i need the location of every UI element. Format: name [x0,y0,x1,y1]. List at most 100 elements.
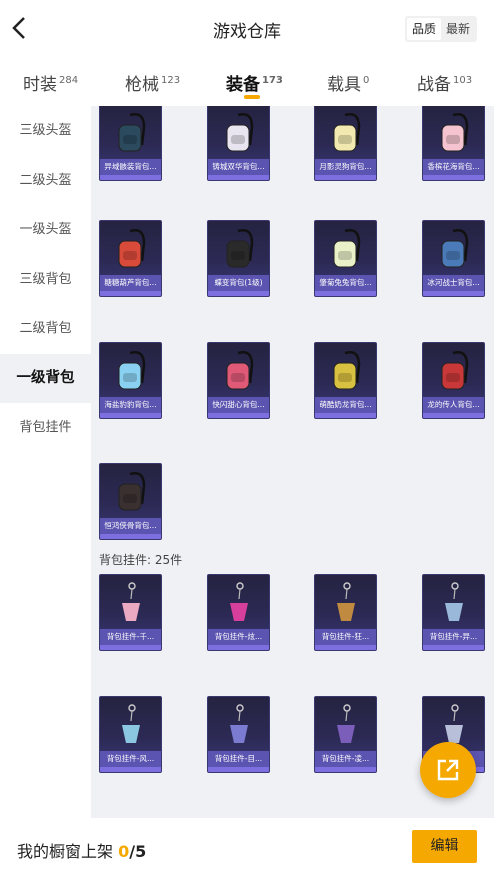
backpack-icon [118,351,146,390]
sidebar-item-backpack-3[interactable]: 三级背包 [0,255,91,305]
quality-stripe [100,534,161,539]
backpack-icon [226,351,254,390]
item-name: 海盐豹豹背包... [100,397,161,413]
tab-vehicles[interactable]: 载具 0 [327,70,369,95]
quality-stripe [208,291,269,296]
section-label: 背包挂件: 25件 [99,553,183,567]
quality-stripe [100,175,161,180]
backpack-icon [441,351,469,390]
charm-card[interactable]: 背包挂件-凌... [314,696,377,773]
edit-button[interactable]: 编辑 [412,830,477,863]
quality-stripe [100,413,161,418]
charm-card[interactable]: 背包挂件-目... [207,696,270,773]
tab-count: 284 [59,75,79,86]
backpack-card[interactable]: 香槟花海背包... [422,106,485,181]
active-tab-indicator [244,95,260,99]
item-name: 铸城双华背包... [208,159,269,175]
backpack-card[interactable]: 糖糖葫芦背包... [99,220,162,297]
quality-stripe [208,413,269,418]
backpack-card[interactable]: 海盐豹豹背包... [99,342,162,419]
sort-newest-button[interactable]: 最新 [441,18,475,40]
charm-card[interactable]: 背包挂件-狂... [314,574,377,651]
showcase-total: /5 [129,842,147,861]
quality-stripe [423,413,484,418]
tab-count: 123 [161,75,181,86]
tab-fashion[interactable]: 时装 284 [23,70,78,95]
showcase-status: 我的橱窗上架 0/5 [17,838,146,862]
tab-supplies[interactable]: 战备 103 [417,70,472,95]
quality-stripe [315,413,376,418]
backpack-card[interactable]: 冰河战士背包... [422,220,485,297]
item-name: 背包挂件-狂... [315,629,376,645]
item-name: 背包挂件-目... [208,751,269,767]
tab-label: 战备 [417,75,451,95]
tab-guns[interactable]: 枪械 123 [125,70,180,95]
backpack-card[interactable]: 肇菊兔兔背包... [314,220,377,297]
backpack-icon [226,113,254,152]
sidebar-item-backpack-charm[interactable]: 背包挂件 [0,403,91,453]
showcase-count: 0 [118,842,130,861]
backpack-card[interactable]: 萌酷奶龙背包... [314,342,377,419]
backpack-card[interactable]: 龙的传人背包... [422,342,485,419]
sidebar-item-helmet-1[interactable]: 一级头盔 [0,205,91,255]
quality-stripe [100,645,161,650]
charm-card[interactable]: 背包挂件-炫... [207,574,270,651]
quality-stripe [208,175,269,180]
charm-icon [230,704,248,743]
backpack-card[interactable]: 月影灵狗背包... [314,106,377,181]
backpack-icon [118,229,146,268]
backpack-icon [441,113,469,152]
backpack-icon [333,229,361,268]
item-name: 萌酷奶龙背包... [315,397,376,413]
charm-icon [445,582,463,621]
quality-stripe [208,645,269,650]
sort-toggle: 品质 最新 [405,16,477,42]
backpack-icon [118,472,146,511]
charm-icon [337,704,355,743]
quality-stripe [315,291,376,296]
tab-label: 载具 [327,75,361,95]
header: 游戏仓库 品质 最新 [0,0,494,58]
sidebar-item-helmet-2[interactable]: 二级头盔 [0,156,91,206]
charm-icon [122,704,140,743]
sidebar-item-helmet-3[interactable]: 三级头盔 [0,106,91,156]
quality-stripe [208,767,269,772]
item-name: 背包挂件-炫... [208,629,269,645]
item-name: 香槟花海背包... [423,159,484,175]
charm-card[interactable]: 背包挂件-异... [422,574,485,651]
tab-label: 时装 [23,75,57,95]
item-name: 快闪甜心背包... [208,397,269,413]
item-name: 蝶变背包(1级) [208,275,269,291]
quality-stripe [423,291,484,296]
charm-icon [337,582,355,621]
backpack-card[interactable]: 恒鸿侠骨背包... [99,463,162,540]
backpack-icon [226,229,254,268]
quality-stripe [315,175,376,180]
item-name: 背包挂件-千... [100,629,161,645]
sort-quality-button[interactable]: 品质 [407,18,441,40]
charm-icon [230,582,248,621]
item-name: 背包挂件-异... [423,629,484,645]
tab-label: 装备 [226,75,260,95]
sidebar: 三级头盔 二级头盔 一级头盔 三级背包 二级背包 一级背包 背包挂件 [0,106,91,818]
quality-stripe [100,291,161,296]
backpack-card[interactable]: 快闪甜心背包... [207,342,270,419]
backpack-card[interactable]: 蝶变背包(1级) [207,220,270,297]
backpack-card[interactable]: 异域骸装背包... [99,106,162,181]
item-name: 恒鸿侠骨背包... [100,518,161,534]
item-name: 糖糖葫芦背包... [100,275,161,291]
footer-bar: 我的橱窗上架 0/5 编辑 [0,818,494,875]
share-icon [437,759,459,781]
charm-card[interactable]: 背包挂件-千... [99,574,162,651]
quality-stripe [423,175,484,180]
charm-card[interactable]: 背包挂件-风... [99,696,162,773]
item-name: 背包挂件-凌... [315,751,376,767]
tab-equipment[interactable]: 装备 173 [226,70,283,95]
item-name: 背包挂件-风... [100,751,161,767]
sidebar-item-backpack-2[interactable]: 二级背包 [0,304,91,354]
backpack-card[interactable]: 铸城双华背包... [207,106,270,181]
share-button[interactable] [420,742,476,798]
sidebar-item-backpack-1[interactable]: 一级背包 [0,353,91,403]
item-name: 异域骸装背包... [100,159,161,175]
quality-stripe [423,645,484,650]
